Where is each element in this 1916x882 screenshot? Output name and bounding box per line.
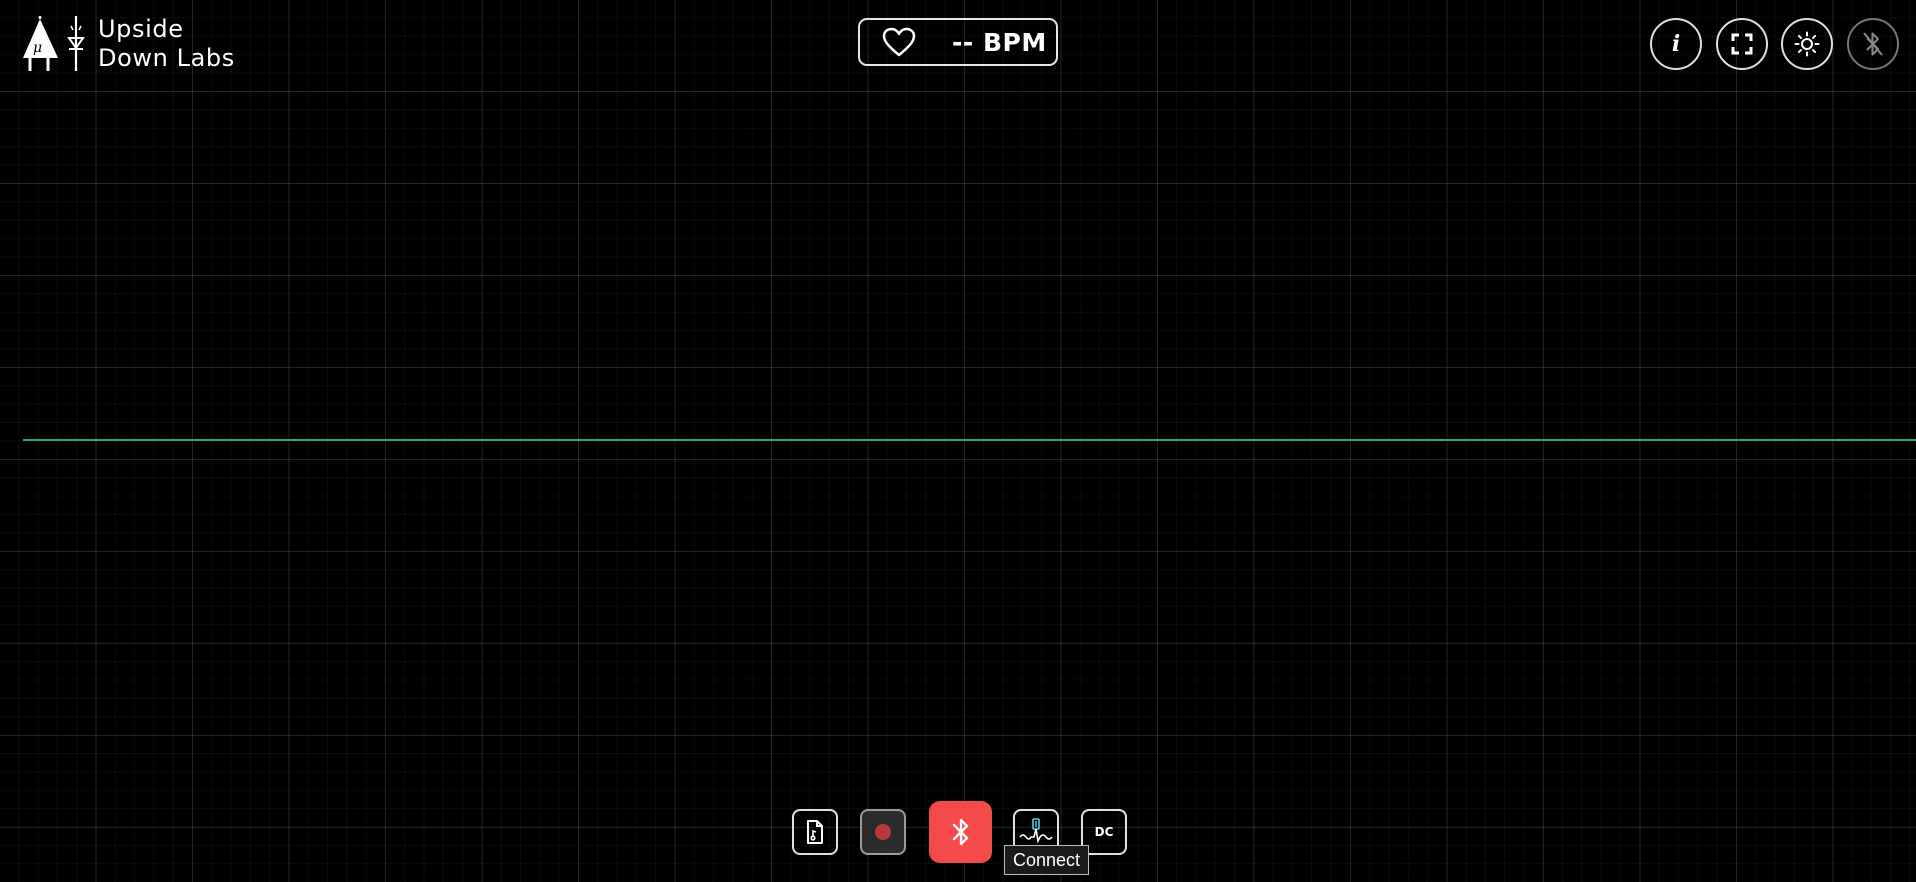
- sun-icon: [1794, 31, 1820, 57]
- file-button[interactable]: [792, 809, 838, 855]
- connect-tooltip: Connect: [1004, 845, 1090, 875]
- upside-down-labs-logo-icon: μ: [23, 16, 85, 71]
- dc-button-label: DC: [1094, 825, 1114, 839]
- fullscreen-icon: [1731, 33, 1753, 55]
- connect-button[interactable]: [929, 801, 992, 863]
- record-dot-icon: [875, 824, 891, 840]
- heart-icon: [882, 27, 916, 57]
- brand-name: Upside Down Labs: [98, 15, 235, 73]
- bluetooth-icon: [952, 818, 968, 846]
- file-icon: [807, 820, 823, 844]
- record-button[interactable]: [860, 809, 906, 855]
- theme-button[interactable]: [1781, 18, 1833, 70]
- ecg-wave-icon: [1019, 818, 1053, 844]
- brand-logo: μ Upside Down Labs: [20, 15, 235, 73]
- signal-trace: [23, 439, 1916, 441]
- app-root: μ Upside Down Labs -- BPM i DC Connect: [0, 0, 1916, 882]
- bluetooth-status-button[interactable]: [1847, 18, 1899, 70]
- info-icon: i: [1671, 31, 1681, 57]
- fullscreen-button[interactable]: [1716, 18, 1768, 70]
- brand-name-line1: Upside: [98, 15, 184, 43]
- heart-rate-display: -- BPM: [858, 18, 1058, 66]
- svg-text:μ: μ: [33, 40, 42, 56]
- info-button[interactable]: i: [1650, 18, 1702, 70]
- bpm-value: -- BPM: [952, 27, 1047, 57]
- bluetooth-off-icon: [1863, 32, 1883, 56]
- brand-name-line2: Down Labs: [98, 44, 235, 72]
